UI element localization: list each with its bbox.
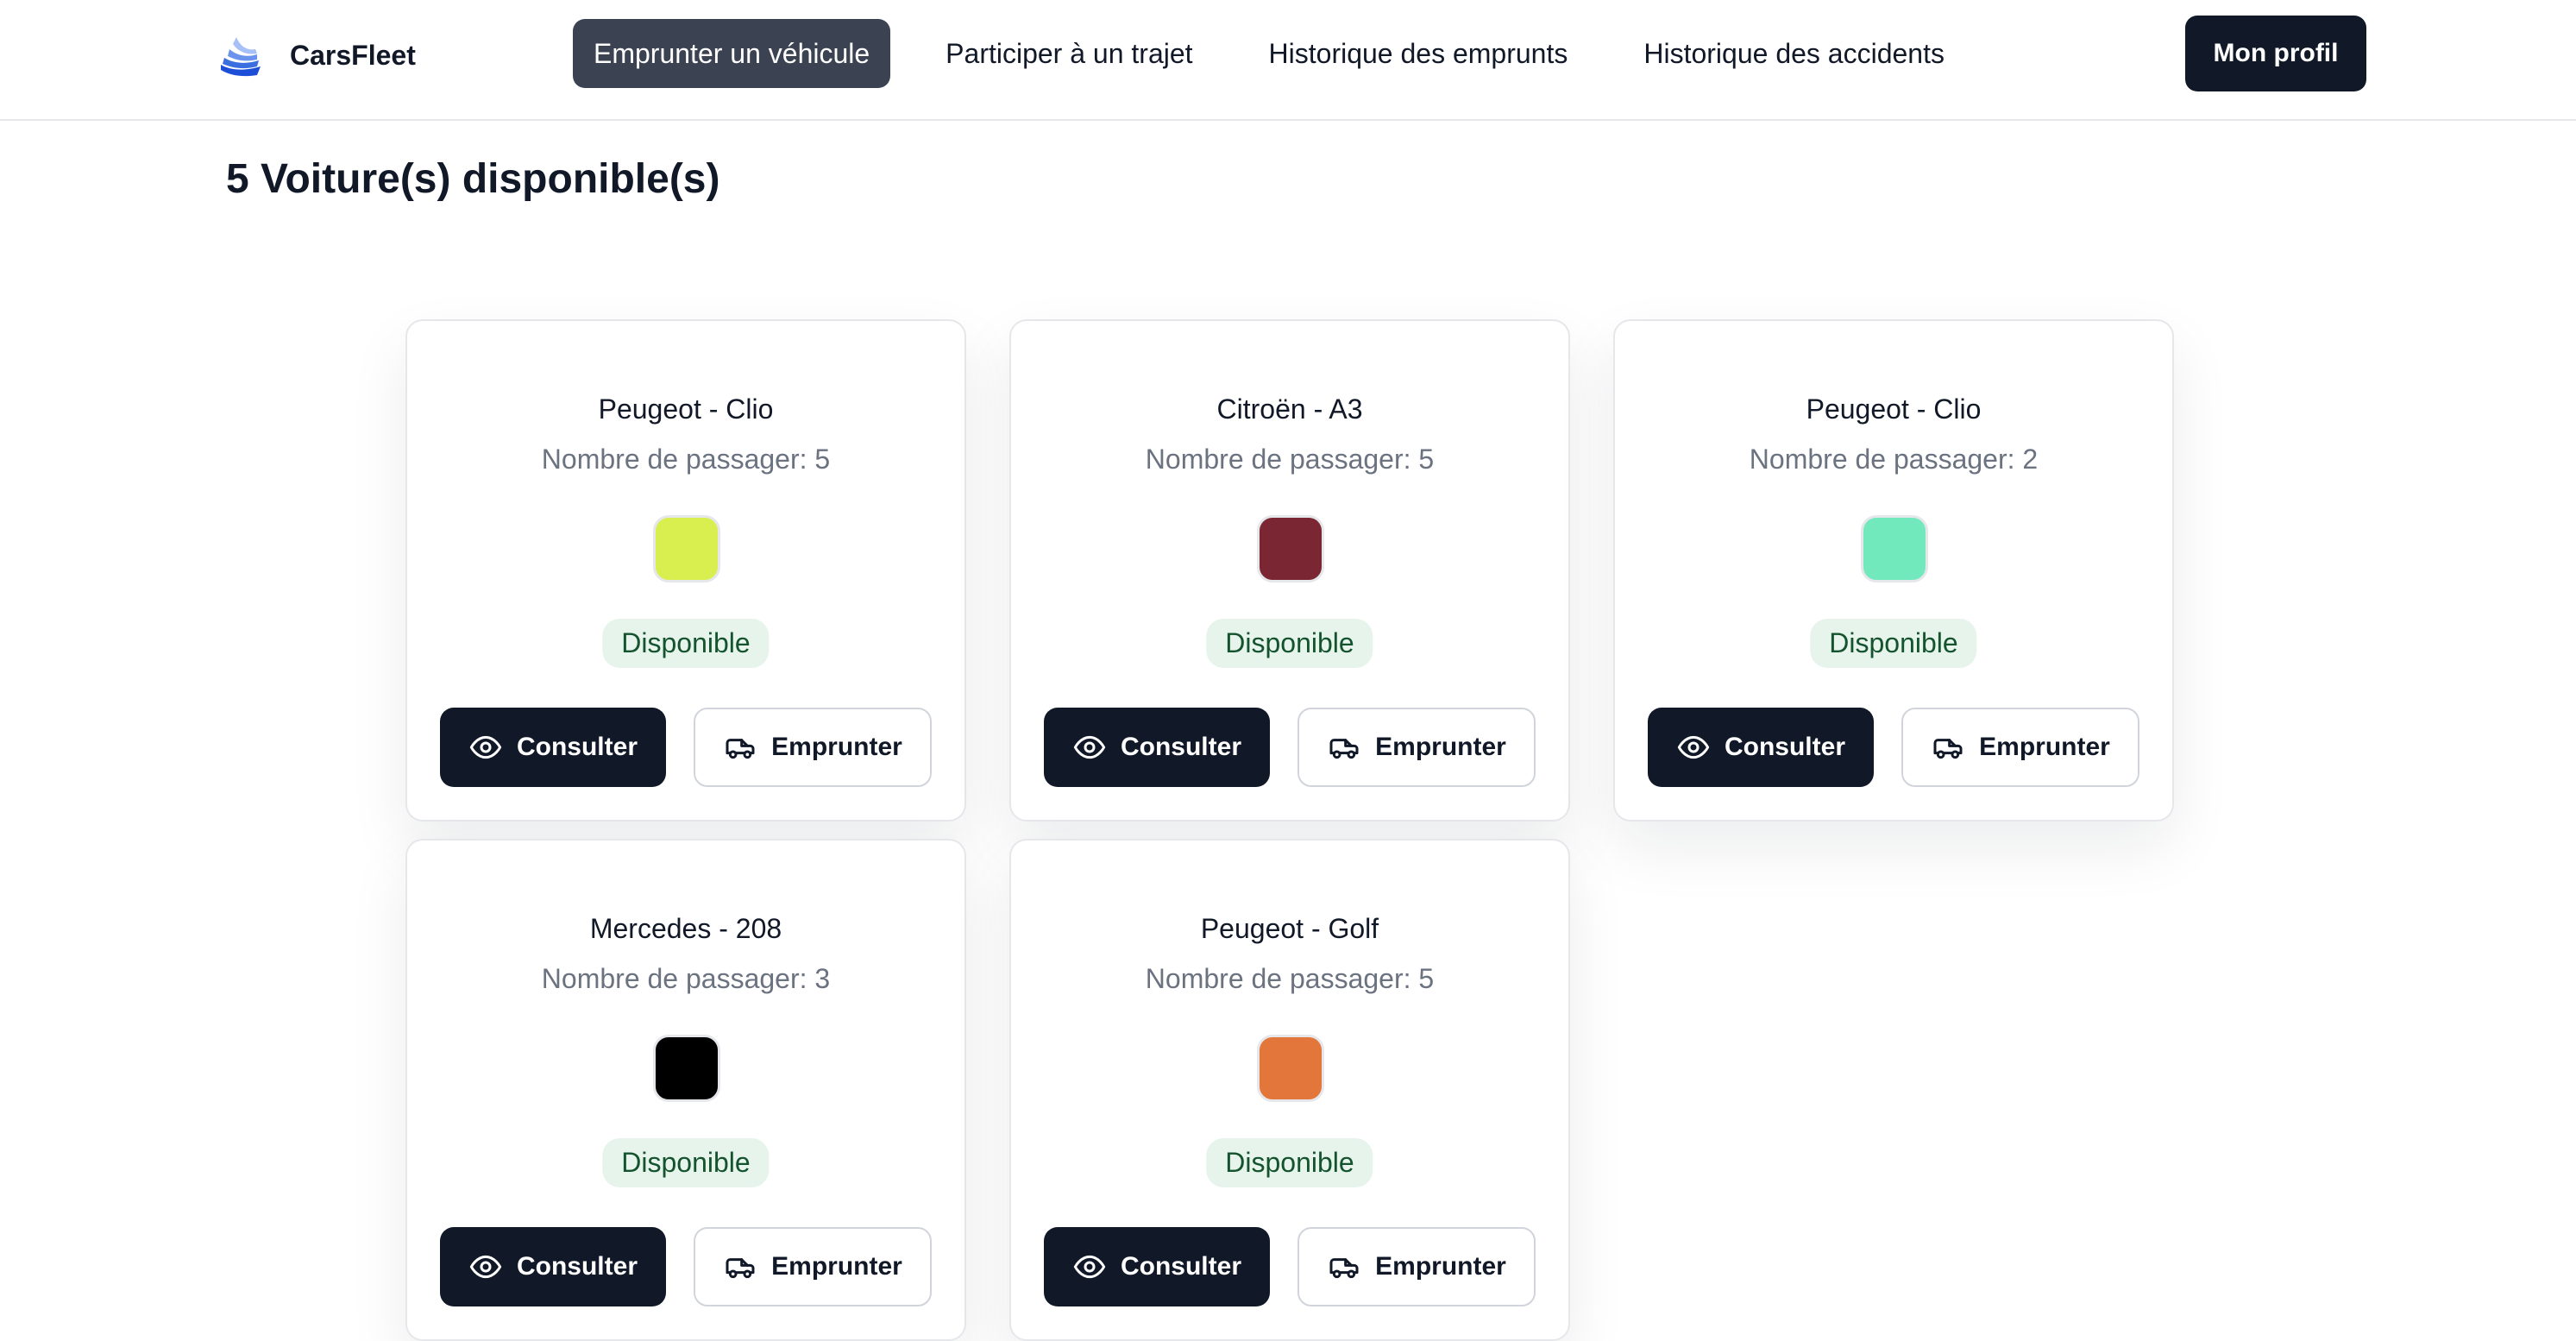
car-color-swatch [1257, 515, 1324, 582]
passengers-count: 3 [814, 963, 831, 994]
borrow-label: Emprunter [771, 733, 902, 761]
passengers-label: Nombre de passager: [541, 963, 815, 994]
nav-borrow-vehicle[interactable]: Emprunter un véhicule [573, 19, 891, 88]
car-icon [1933, 739, 1963, 759]
car-color-swatch [653, 515, 720, 582]
car-icon [1329, 1258, 1359, 1279]
eye-icon [469, 735, 502, 759]
nav-join-trip[interactable]: Participer à un trajet [925, 19, 1213, 88]
car-color-swatch [1861, 515, 1928, 582]
brand-name: CarsFleet [290, 39, 416, 71]
status-badge: Disponible [1206, 1138, 1373, 1187]
borrow-label: Emprunter [1375, 1252, 1506, 1281]
status-badge: Disponible [602, 619, 770, 668]
status-badge: Disponible [1206, 619, 1373, 668]
car-icon [726, 739, 755, 759]
car-icon [1329, 739, 1359, 759]
car-model: Peugeot - Clio [1806, 393, 1982, 425]
brand[interactable]: CarsFleet [217, 29, 416, 81]
borrow-label: Emprunter [1375, 733, 1506, 761]
passengers-count: 5 [1418, 963, 1435, 994]
eye-icon [1073, 1255, 1106, 1279]
passengers-label: Nombre de passager: [1145, 444, 1419, 475]
borrow-button[interactable]: Emprunter [1297, 1227, 1536, 1306]
consult-button[interactable]: Consulter [440, 1227, 666, 1306]
car-card: Peugeot - Clio Nombre de passager: 5 Dis… [405, 319, 966, 822]
car-card: Mercedes - 208 Nombre de passager: 3 Dis… [405, 839, 966, 1341]
car-color-swatch [653, 1035, 720, 1102]
borrow-button[interactable]: Emprunter [1297, 708, 1536, 787]
car-card: Peugeot - Clio Nombre de passager: 2 Dis… [1613, 319, 2174, 822]
car-grid: Peugeot - Clio Nombre de passager: 5 Dis… [405, 319, 2174, 1341]
eye-icon [1677, 735, 1710, 759]
car-card: Citroën - A3 Nombre de passager: 5 Dispo… [1009, 319, 1570, 822]
consult-label: Consulter [1120, 733, 1241, 761]
consult-label: Consulter [516, 1252, 638, 1281]
car-model: Citroën - A3 [1216, 393, 1363, 425]
car-passengers: Nombre de passager: 5 [1011, 444, 1568, 475]
passengers-label: Nombre de passager: [1749, 444, 2023, 475]
car-passengers: Nombre de passager: 5 [407, 444, 964, 475]
consult-label: Consulter [516, 733, 638, 761]
eye-icon [1073, 735, 1106, 759]
main-nav: Emprunter un véhicule Participer à un tr… [573, 19, 1965, 88]
passengers-count: 5 [814, 444, 831, 475]
eye-icon [469, 1255, 502, 1279]
page-title: 5 Voiture(s) disponible(s) [226, 156, 720, 202]
top-navbar: CarsFleet Emprunter un véhicule Particip… [0, 0, 2576, 121]
borrow-label: Emprunter [771, 1252, 902, 1281]
car-model: Peugeot - Golf [1200, 913, 1379, 944]
passengers-label: Nombre de passager: [1145, 963, 1419, 994]
borrow-button[interactable]: Emprunter [694, 1227, 932, 1306]
borrow-button[interactable]: Emprunter [1901, 708, 2139, 787]
consult-button[interactable]: Consulter [440, 708, 666, 787]
car-passengers: Nombre de passager: 3 [407, 963, 964, 995]
car-model: Peugeot - Clio [598, 393, 774, 425]
consult-button[interactable]: Consulter [1044, 1227, 1270, 1306]
passengers-count: 5 [1418, 444, 1435, 475]
car-passengers: Nombre de passager: 2 [1615, 444, 2172, 475]
car-color-swatch [1257, 1035, 1324, 1102]
passengers-count: 2 [2022, 444, 2039, 475]
status-badge: Disponible [1810, 619, 1977, 668]
profile-button[interactable]: Mon profil [2185, 16, 2366, 91]
nav-accident-history[interactable]: Historique des accidents [1623, 19, 1965, 88]
brand-logo-icon [221, 37, 261, 77]
car-card: Peugeot - Golf Nombre de passager: 5 Dis… [1009, 839, 1570, 1341]
car-passengers: Nombre de passager: 5 [1011, 963, 1568, 995]
nav-borrow-history[interactable]: Historique des emprunts [1248, 19, 1589, 88]
consult-button[interactable]: Consulter [1044, 708, 1270, 787]
consult-button[interactable]: Consulter [1648, 708, 1874, 787]
borrow-button[interactable]: Emprunter [694, 708, 932, 787]
status-badge: Disponible [602, 1138, 770, 1187]
car-icon [726, 1258, 755, 1279]
consult-label: Consulter [1724, 733, 1845, 761]
consult-label: Consulter [1120, 1252, 1241, 1281]
passengers-label: Nombre de passager: [541, 444, 815, 475]
borrow-label: Emprunter [1979, 733, 2110, 761]
car-model: Mercedes - 208 [589, 913, 782, 944]
